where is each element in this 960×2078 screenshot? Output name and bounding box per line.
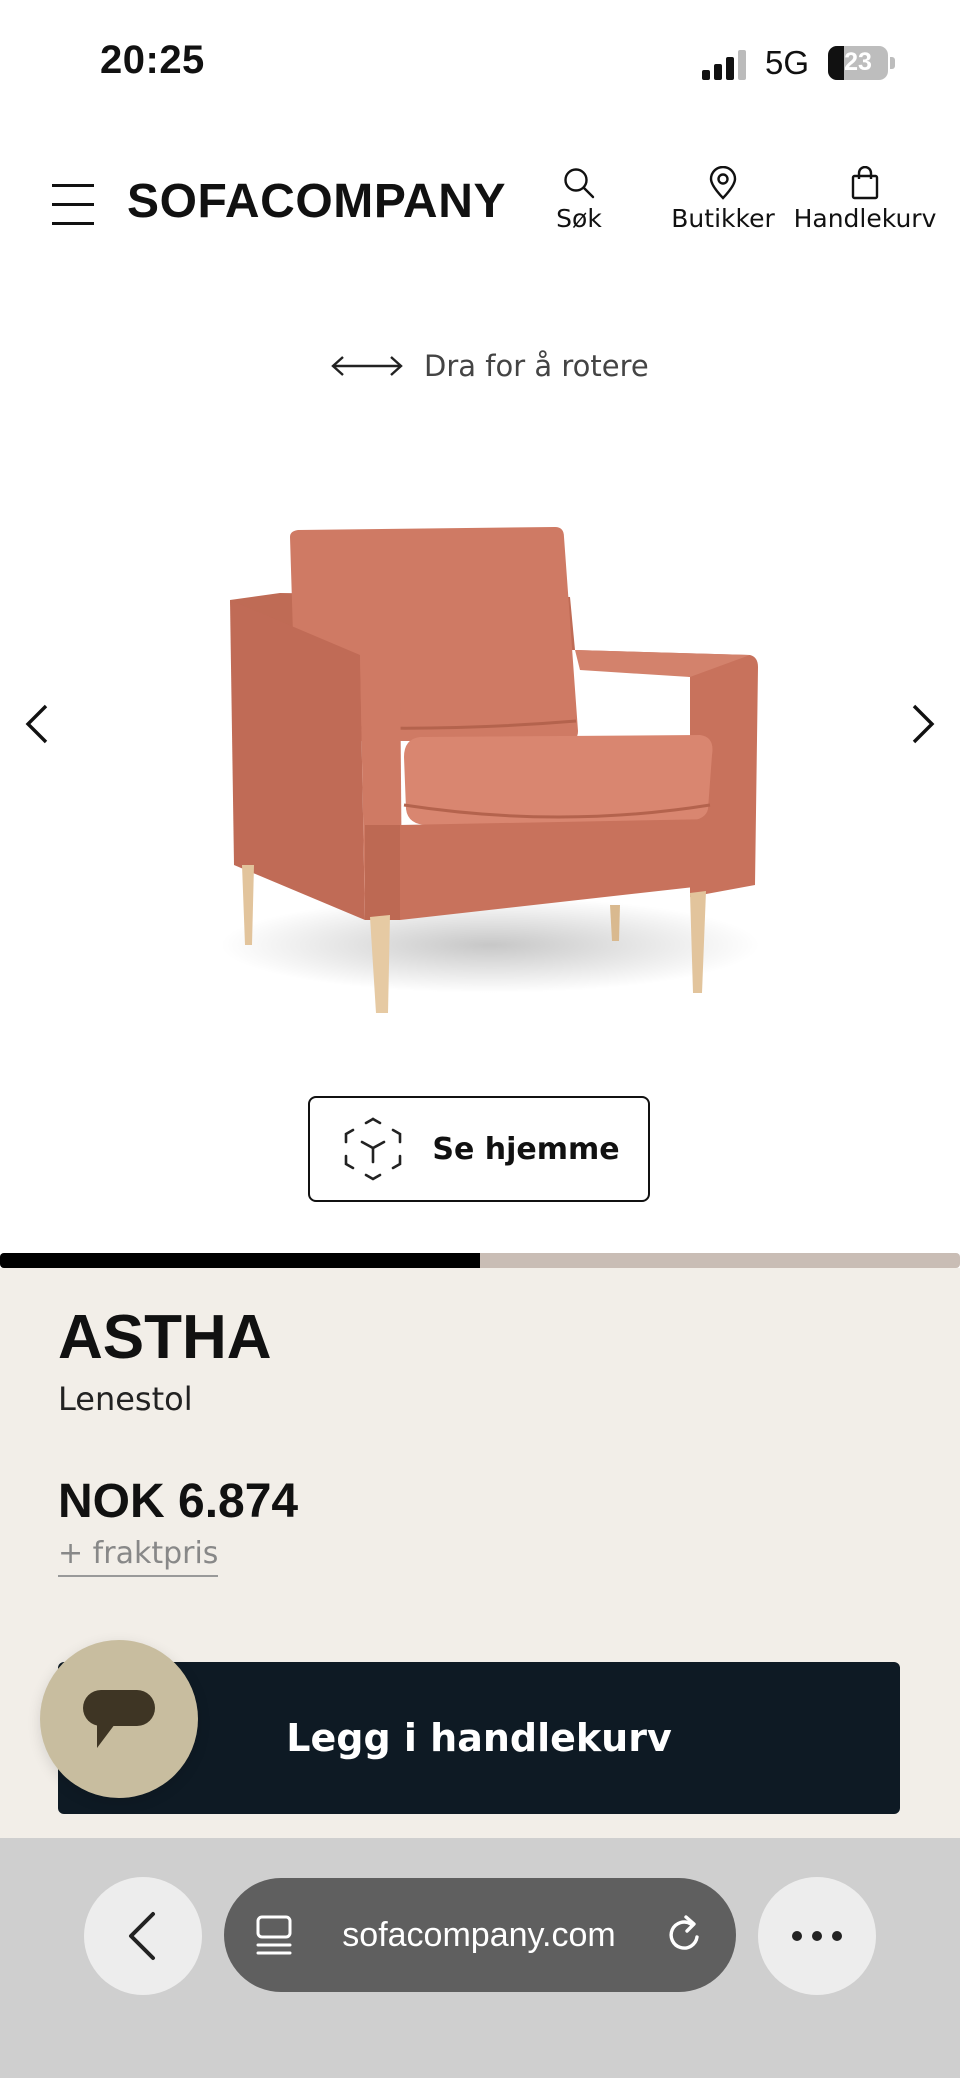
status-time: 20:25: [100, 38, 205, 82]
chevron-left-icon[interactable]: [20, 700, 54, 748]
browser-back-button[interactable]: [84, 1877, 202, 1995]
rotate-hint: Dra for å rotere: [330, 346, 649, 386]
view-at-home-label: Se hjemme: [432, 1131, 620, 1167]
chat-button[interactable]: [40, 1640, 198, 1798]
gallery-progress-fill: [0, 1253, 480, 1268]
location-pin-icon: [709, 166, 737, 200]
battery-icon: 23: [828, 46, 896, 80]
browser-more-button[interactable]: [758, 1877, 876, 1995]
address-bar[interactable]: sofacompany.com: [224, 1878, 736, 1992]
chevron-right-icon[interactable]: [906, 700, 940, 748]
nav-cart-label: Handlekurv: [793, 204, 937, 233]
nav-stores[interactable]: Butikker: [668, 166, 778, 233]
rotate-hint-text: Dra for å rotere: [424, 349, 649, 383]
page-menu-icon[interactable]: [254, 1913, 294, 1957]
nav-search-label: Søk: [556, 204, 602, 233]
signal-icon: [702, 50, 746, 80]
shopping-bag-icon: [851, 166, 879, 200]
url-text: sofacompany.com: [342, 1915, 616, 1954]
reload-icon[interactable]: [664, 1913, 706, 1957]
chat-bubble-icon: [83, 1690, 155, 1748]
product-type: Lenestol: [58, 1380, 193, 1418]
product-price: NOK 6.874: [58, 1475, 299, 1528]
nav-stores-label: Butikker: [671, 204, 775, 233]
shipping-price-link[interactable]: + fraktpris: [58, 1536, 219, 1577]
network-label: 5G: [765, 44, 810, 81]
horizontal-arrows-icon: [331, 356, 403, 376]
product-image-armchair[interactable]: [190, 505, 790, 1025]
chevron-left-icon: [129, 1912, 155, 1960]
gallery-progress-bar: [0, 1253, 960, 1268]
search-icon: [564, 168, 595, 199]
nav-search[interactable]: Søk: [545, 166, 613, 233]
menu-button[interactable]: [52, 182, 96, 228]
view-at-home-button[interactable]: Se hjemme: [308, 1096, 650, 1202]
3d-cube-icon: [345, 1117, 402, 1181]
hamburger-icon: [52, 184, 94, 187]
battery-level: 23: [844, 48, 872, 76]
nav-cart[interactable]: Handlekurv: [792, 166, 938, 233]
more-dots-icon: [792, 1931, 842, 1941]
brand-logo[interactable]: SOFACOMPANY: [127, 174, 506, 229]
add-to-cart-label: Legg i handlekurv: [286, 1716, 672, 1760]
product-name: ASTHA: [58, 1303, 272, 1372]
